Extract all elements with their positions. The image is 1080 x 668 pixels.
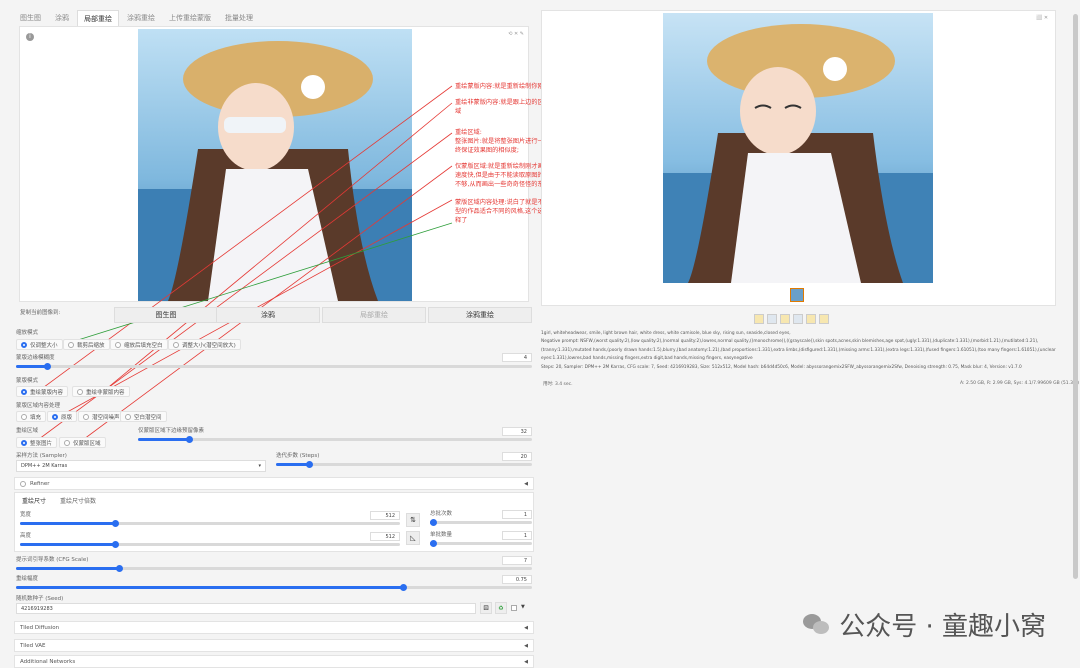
vram-usage: A: 2.50 GB, R: 2.99 GB, Sys: 4.1/7.99609…: [960, 381, 1079, 386]
mask-blur-slider[interactable]: [16, 363, 532, 370]
additional-networks-accordion[interactable]: Additional Networks ◀: [14, 655, 534, 668]
swap-dimensions-button[interactable]: ⇅: [406, 513, 420, 527]
seed-label: 随机数种子 (Seed): [16, 596, 64, 602]
send-to-img2img-icon[interactable]: [793, 314, 803, 324]
folder-icon[interactable]: [754, 314, 764, 324]
chevron-down-icon: ▾: [258, 463, 261, 469]
batch-count-slider[interactable]: [430, 519, 532, 526]
steps-input[interactable]: 20: [502, 452, 532, 461]
tiled-vae-label: Tiled VAE: [20, 643, 46, 649]
denoise-input[interactable]: 0.75: [502, 575, 532, 584]
additional-networks-label: Additional Networks: [20, 659, 76, 665]
height-label: 高度: [20, 533, 32, 539]
masked-content-latent-noise[interactable]: 潜空间噪声: [78, 411, 125, 422]
padding-slider[interactable]: [138, 436, 532, 443]
mask-blur-label: 蒙版边缘模糊度: [16, 355, 55, 361]
tiled-vae-accordion[interactable]: Tiled VAE ◀: [14, 639, 534, 652]
tiled-diffusion-label: Tiled Diffusion: [20, 625, 60, 631]
batch-size-label: 单批数量: [430, 532, 453, 538]
resize-latent[interactable]: 调整大小(潜空间放大): [168, 339, 241, 350]
resize-just-resize[interactable]: 仅调整大小: [16, 339, 63, 350]
arrow-only-masked: [79, 165, 453, 443]
refiner-accordion[interactable]: Refiner ◀: [14, 477, 534, 490]
masked-content-original[interactable]: 原版: [47, 411, 78, 422]
watermark: 公众号 · 童趣小窝: [803, 606, 1046, 643]
batch-size-slider[interactable]: [430, 540, 532, 547]
steps-label: 迭代步数 (Steps): [276, 453, 320, 459]
batch-count-label: 总批次数: [430, 511, 453, 517]
dice-icon[interactable]: ⚄: [480, 602, 492, 614]
padding-input[interactable]: 32: [502, 427, 532, 436]
copy-label: 复制当前图像到:: [20, 310, 61, 316]
seed-extra-checkbox[interactable]: [511, 605, 517, 611]
mask-mode-inpaint-masked[interactable]: 重绘蒙版内容: [16, 386, 69, 397]
copy-to-inpaint-sketch-button[interactable]: 涂鸦重绘: [428, 307, 532, 323]
arrow-green: [61, 222, 453, 346]
output-image[interactable]: [663, 13, 933, 283]
generation-info: 1girl, whiteheadwear, smile, light brown…: [541, 330, 1056, 372]
steps-slider[interactable]: [276, 461, 532, 468]
denoise-label: 重绘幅度: [16, 576, 39, 582]
resize-mode-label: 缩放模式: [16, 330, 39, 336]
resize-fill[interactable]: 缩放后填充空白: [110, 339, 168, 350]
mask-mode-label: 蒙版模式: [16, 378, 39, 384]
inpaint-area-label: 重绘区域: [16, 428, 39, 434]
inpaint-area-whole[interactable]: 整张图片: [16, 437, 58, 448]
width-input[interactable]: 512: [370, 511, 400, 520]
ruler-icon[interactable]: ◺: [406, 531, 420, 545]
tiled-diffusion-accordion[interactable]: Tiled Diffusion ◀: [14, 621, 534, 634]
copy-to-img2img-button[interactable]: 图生图: [114, 307, 218, 323]
resize-crop[interactable]: 裁剪后缩放: [63, 339, 110, 350]
batch-count-input[interactable]: 1: [502, 510, 532, 519]
copy-to-sketch-button[interactable]: 涂鸦: [216, 307, 320, 323]
save-icon[interactable]: [767, 314, 777, 324]
width-label: 宽度: [20, 512, 32, 518]
collapse-arrow-icon: ◀: [524, 625, 528, 631]
masked-content-label: 蒙版区域内容处理: [16, 403, 61, 409]
collapse-arrow-icon: ◀: [524, 643, 528, 649]
cfg-input[interactable]: 7: [502, 556, 532, 565]
info-negative: Negative prompt: NSFW,(worst quality:2),…: [541, 339, 1056, 362]
masked-content-fill[interactable]: 填充: [16, 411, 47, 422]
inpaint-area-only-masked[interactable]: 仅蒙版区域: [59, 437, 106, 448]
mask-mode-inpaint-not-masked[interactable]: 重绘非蒙版内容: [72, 386, 130, 397]
info-prompt: 1girl, whiteheadwear, smile, light brown…: [541, 331, 791, 336]
output-close-icons[interactable]: ⬜ ✕: [1036, 15, 1048, 21]
denoise-slider[interactable]: [16, 584, 532, 591]
sampler-select[interactable]: DPM++ 2M Karras ▾: [16, 460, 266, 472]
seed-input[interactable]: 4216919283: [16, 603, 476, 614]
cfg-label: 提示词引导系数 (CFG Scale): [16, 557, 89, 563]
cfg-slider[interactable]: [16, 565, 532, 572]
tab-resize-by[interactable]: 重绘尺寸倍数: [60, 496, 96, 505]
height-slider[interactable]: [20, 541, 400, 548]
wechat-icon: [803, 613, 831, 636]
zip-icon[interactable]: [780, 314, 790, 324]
time-taken: 用时: 3.4 sec.: [543, 382, 573, 387]
send-to-inpaint-icon[interactable]: [806, 314, 816, 324]
collapse-arrow-icon: ◀: [524, 481, 528, 487]
padding-label: 仅蒙版区域下边缘预留像素: [138, 428, 205, 434]
watermark-text: 公众号 · 童趣小窝: [839, 612, 1046, 642]
batch-size-input[interactable]: 1: [502, 531, 532, 540]
refiner-checkbox[interactable]: [20, 480, 26, 487]
sampler-label: 采样方法 (Sampler): [16, 453, 67, 459]
seed-extra-arrow-icon: ▼: [521, 604, 525, 610]
copy-to-inpaint-button[interactable]: 局部重绘: [322, 307, 426, 323]
refiner-label: Refiner: [30, 481, 50, 487]
mask-blur-input[interactable]: 4: [502, 353, 532, 362]
output-thumbnail[interactable]: [790, 288, 804, 302]
recycle-icon[interactable]: ♻: [495, 602, 507, 614]
page-scrollbar[interactable]: [1073, 14, 1078, 579]
send-to-extras-icon[interactable]: [819, 314, 829, 324]
info-params: Steps: 20, Sampler: DPM++ 2M Karras, CFG…: [541, 364, 1022, 370]
height-input[interactable]: 512: [370, 532, 400, 541]
output-toolbar: [754, 314, 832, 324]
width-slider[interactable]: [20, 520, 400, 527]
seed-value: 4216919283: [21, 606, 53, 612]
masked-content-latent-nothing[interactable]: 空白潜空间: [120, 411, 167, 422]
collapse-arrow-icon: ◀: [524, 659, 528, 665]
sampler-value: DPM++ 2M Karras: [21, 463, 68, 469]
tab-resize-to[interactable]: 重绘尺寸: [22, 496, 46, 505]
